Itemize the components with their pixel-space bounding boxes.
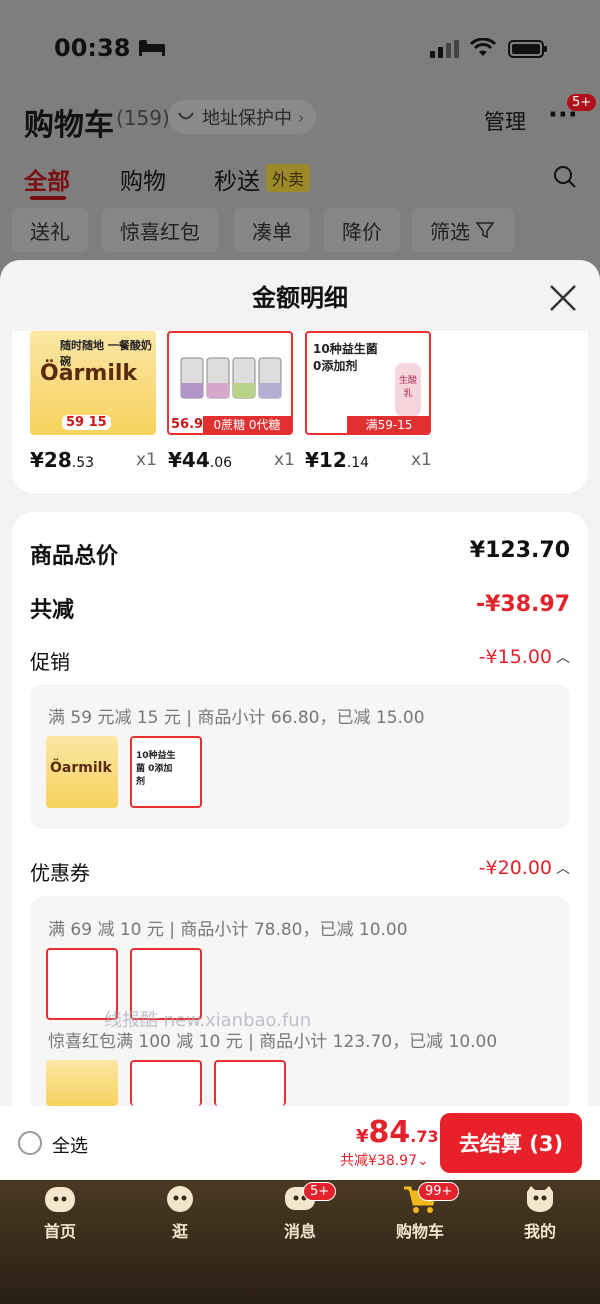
price-tag: 59 15 bbox=[62, 415, 111, 430]
address-protection-button[interactable]: 地址保护中 › bbox=[168, 100, 317, 134]
chevron-right-icon: › bbox=[298, 107, 305, 127]
promo-item-thumb[interactable]: Öarmilk bbox=[46, 736, 118, 808]
coupon-label: 优惠券 bbox=[30, 861, 90, 885]
coupon-amount: -¥20.00 bbox=[478, 857, 552, 879]
home-icon bbox=[45, 1187, 75, 1212]
tab-active-indicator bbox=[30, 196, 66, 200]
coupon-rule-2: 惊喜红包满 100 减 10 元 | 商品小计 123.70，已减 10.00 bbox=[48, 1032, 498, 1052]
brand-logo: Öarmilk bbox=[40, 361, 138, 386]
smile-icon bbox=[178, 112, 194, 120]
search-icon[interactable] bbox=[553, 165, 577, 189]
manage-button[interactable]: 管理 bbox=[484, 106, 526, 136]
more-badge: 5+ bbox=[567, 94, 597, 111]
price-decimal: .06 bbox=[209, 455, 233, 471]
battery-icon bbox=[508, 40, 547, 58]
saved-amount-toggle[interactable]: 共减¥38.97⌄ bbox=[340, 1150, 429, 1170]
total-integer: 84 bbox=[368, 1115, 411, 1150]
chip-red-packet[interactable]: 惊喜红包 bbox=[102, 208, 218, 252]
promo-label: 促销 bbox=[30, 650, 70, 674]
product-qty: x1 bbox=[411, 450, 432, 470]
signal-icon bbox=[430, 40, 459, 58]
chip-filter-label: 筛选 bbox=[430, 219, 470, 244]
address-protection-label: 地址保护中 bbox=[202, 108, 292, 129]
price-tag: 满59-15 bbox=[347, 416, 429, 433]
coupon-item-thumb[interactable] bbox=[130, 1060, 202, 1106]
wifi-icon bbox=[470, 38, 496, 56]
sleep-mode-icon bbox=[139, 40, 165, 56]
tab-shopping[interactable]: 购物 bbox=[120, 162, 166, 196]
total-decimal: .73 bbox=[410, 1127, 439, 1146]
goods-total-label: 商品总价 bbox=[30, 544, 119, 569]
cart-badge: 99+ bbox=[418, 1182, 460, 1201]
tabbar-item-home[interactable]: 首页 bbox=[0, 1184, 120, 1254]
tabbar-label: 我的 bbox=[523, 1222, 556, 1241]
currency-symbol: ¥ bbox=[356, 1126, 369, 1147]
coupon-toggle[interactable]: -¥20.00 ︿ bbox=[479, 857, 570, 879]
sheet-title: 金额明细 bbox=[252, 284, 348, 312]
tab-instant[interactable]: 秒送 bbox=[214, 162, 260, 196]
saved-amount: 共减¥38.97 bbox=[340, 1153, 417, 1169]
promo-item-thumb[interactable]: 10种益生菌 0添加剂 bbox=[130, 736, 202, 808]
chip-filter[interactable]: 筛选 bbox=[412, 208, 514, 252]
brand-logo: 生酸乳 bbox=[395, 363, 421, 417]
coupon-item-thumb[interactable] bbox=[46, 1060, 118, 1106]
price-decimal: .53 bbox=[71, 455, 95, 471]
takeout-tag: 外卖 bbox=[266, 164, 311, 192]
promo-amount: -¥15.00 bbox=[478, 646, 552, 668]
product-image-yogurt-cups[interactable]: 56.9 0蔗糖 0代糖 bbox=[167, 331, 293, 435]
close-icon[interactable] bbox=[548, 283, 578, 313]
price-tag: 56.9 bbox=[171, 417, 204, 432]
product-image-caption: 10种益生菌 0添加剂 bbox=[313, 342, 378, 373]
brand-logo: Öarmilk bbox=[50, 760, 112, 776]
profile-icon bbox=[527, 1186, 553, 1212]
chevron-up-icon: ︿ bbox=[556, 861, 570, 877]
discount-total-value: -¥38.97 bbox=[475, 592, 570, 617]
browse-icon bbox=[167, 1186, 193, 1212]
chip-gift[interactable]: 送礼 bbox=[12, 208, 88, 252]
price-integer: ¥44 bbox=[168, 448, 210, 472]
messages-badge: 5+ bbox=[303, 1182, 337, 1201]
price-integer: ¥28 bbox=[30, 448, 72, 472]
cart-count: (159) bbox=[116, 106, 170, 130]
product-qty: x1 bbox=[274, 450, 295, 470]
product-image-probiotic-milk[interactable]: 10种益生菌 0添加剂 生酸乳 满59-15 bbox=[305, 331, 431, 435]
promo-rule: 满 59 元减 15 元 | 商品小计 66.80，已减 15.00 bbox=[48, 708, 425, 728]
select-all-label[interactable]: 全选 bbox=[52, 1132, 88, 1158]
page-title: 购物车 bbox=[24, 108, 114, 143]
product-price: ¥44.06 bbox=[168, 448, 232, 472]
tabbar-label: 消息 bbox=[283, 1222, 316, 1241]
product-price: ¥28.53 bbox=[30, 448, 94, 472]
coupon-rule-1: 满 69 减 10 元 | 商品小计 78.80，已减 10.00 bbox=[48, 920, 408, 940]
product-image-caption: 0蔗糖 0代糖 bbox=[203, 416, 291, 433]
tabbar-item-profile[interactable]: 我的 bbox=[480, 1184, 600, 1254]
status-time: 00:38 bbox=[54, 34, 131, 62]
coupon-item-thumb[interactable] bbox=[214, 1060, 286, 1106]
price-decimal: .14 bbox=[346, 455, 370, 471]
product-qty: x1 bbox=[136, 450, 157, 470]
discount-label: 共减 bbox=[30, 598, 75, 623]
chip-price-drop[interactable]: 降价 bbox=[324, 208, 400, 252]
chip-bundle[interactable]: 凑单 bbox=[234, 208, 310, 252]
goods-total-value: ¥123.70 bbox=[469, 538, 570, 563]
tabbar-label: 首页 bbox=[43, 1222, 76, 1241]
product-image-caption: 10种益生菌 0添加剂 bbox=[136, 751, 176, 787]
chevron-up-icon: ︿ bbox=[556, 650, 570, 666]
tab-all[interactable]: 全部 bbox=[24, 162, 70, 196]
checkout-button[interactable]: 去结算 (3) bbox=[440, 1113, 582, 1173]
tabbar-item-messages[interactable]: 消息 bbox=[240, 1184, 360, 1254]
chevron-down-icon: ⌄ bbox=[417, 1153, 429, 1169]
product-image-yogurt-bowl[interactable]: 随时随地 一餐酸奶碗 Öarmilk 59 15 bbox=[30, 331, 156, 435]
select-all-checkbox[interactable] bbox=[18, 1131, 42, 1155]
payable-total: ¥84.73 bbox=[356, 1115, 439, 1150]
tabbar-label: 逛 bbox=[171, 1222, 188, 1241]
filter-icon bbox=[476, 222, 494, 239]
product-price: ¥12.14 bbox=[305, 448, 369, 472]
yogurt-cups-illustration bbox=[180, 357, 282, 399]
tabbar-label: 购物车 bbox=[395, 1222, 444, 1241]
price-integer: ¥12 bbox=[305, 448, 347, 472]
tabbar-item-browse[interactable]: 逛 bbox=[120, 1184, 240, 1254]
promo-toggle[interactable]: -¥15.00 ︿ bbox=[479, 646, 570, 668]
